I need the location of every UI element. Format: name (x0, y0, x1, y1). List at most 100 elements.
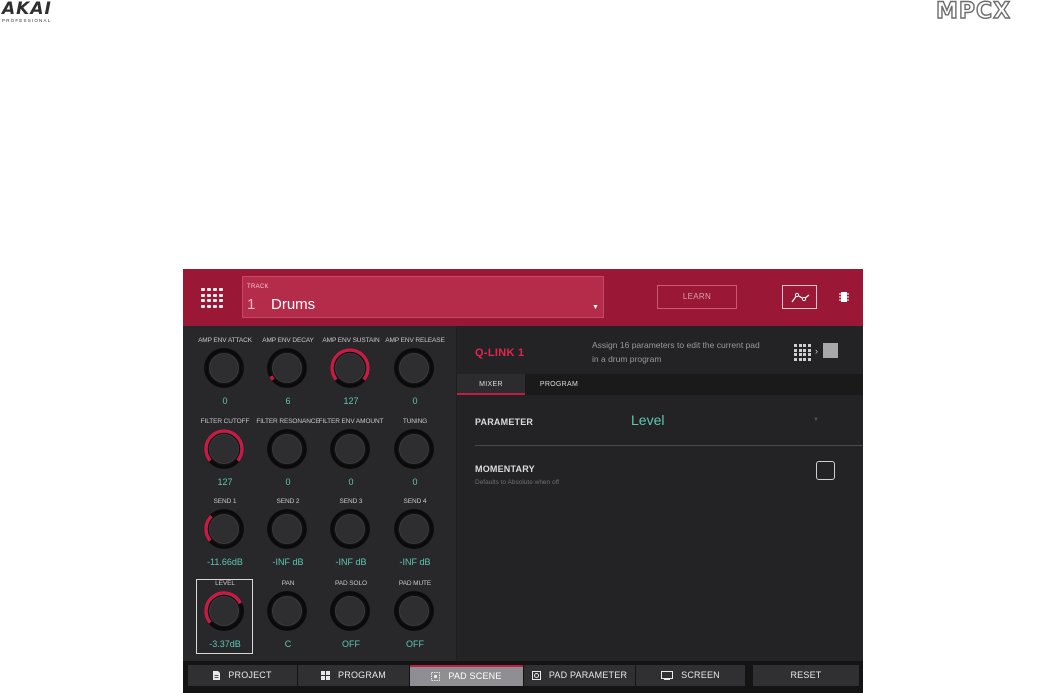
knob-level-arc (269, 375, 275, 381)
knob-pan[interactable]: PAN C (256, 578, 320, 654)
project-button[interactable]: PROJECT (188, 665, 297, 686)
knob-value: 6 (285, 396, 291, 406)
selected-knob-frame (196, 579, 253, 654)
pad-scene-icon (431, 672, 441, 682)
qlink-tabs: MIXER PROGRAM (457, 374, 863, 395)
knob-label: AMP ENV RELEASE (385, 337, 445, 344)
knob-dial (394, 348, 434, 388)
pad-scene-label: PAD SCENE (448, 671, 502, 681)
knob-label: FILTER RESONANCE (256, 418, 320, 425)
mpcx-logo: MPCX (935, 0, 1012, 24)
momentary-checkbox[interactable] (816, 461, 835, 480)
pad-grid-small-icon (794, 344, 814, 361)
program-grid-icon (321, 671, 331, 681)
knob-label: TUNING (402, 418, 428, 425)
knob-value: OFF (342, 639, 360, 649)
knob-label: FILTER ENV AMOUNT (318, 418, 384, 425)
program-button[interactable]: PROGRAM (298, 665, 409, 686)
knob-dial (267, 429, 307, 469)
knob-amp-env-release[interactable]: AMP ENV RELEASE 0 (383, 335, 447, 411)
learn-button[interactable]: LEARN (657, 285, 737, 309)
knob-pad-mute[interactable]: PAD MUTE OFF (383, 578, 447, 654)
envelope-curve-icon (791, 292, 810, 303)
knob-dial (394, 509, 434, 549)
akai-logo: AKAI PROFESSIONAL (2, 0, 82, 24)
pad-parameter-icon (531, 671, 541, 681)
tab-program[interactable]: PROGRAM (525, 374, 593, 395)
knob-value: 0 (348, 477, 354, 487)
track-selector[interactable]: TRACK 1 Drums ▼ (242, 276, 604, 318)
knob-label: AMP ENV DECAY (262, 337, 314, 344)
akai-logo-sub: PROFESSIONAL (2, 18, 52, 23)
knob-dial (330, 348, 370, 388)
knob-dial (330, 591, 370, 631)
knob-value: -INF dB (272, 557, 304, 567)
header-bar: TRACK 1 Drums ▼ LEARN (183, 269, 863, 326)
knob-dial (330, 509, 370, 549)
program-label: PROGRAM (338, 670, 386, 680)
knob-dial (394, 591, 434, 631)
knob-pad-solo[interactable]: PAD SOLO OFF (319, 578, 383, 654)
knob-value: -11.66dB (207, 557, 243, 567)
knob-dial (267, 509, 307, 549)
reset-button[interactable]: RESET (753, 665, 859, 686)
project-label: PROJECT (228, 670, 272, 680)
knob-label: PAN (281, 580, 295, 587)
pad-parameter-label: PAD PARAMETER (548, 670, 628, 680)
knob-label: SEND 1 (213, 498, 237, 505)
divider (475, 445, 863, 446)
pad-grid-icon[interactable] (201, 288, 223, 308)
qlink-description: Assign 16 parameters to edit the current… (592, 340, 760, 364)
knob-dial (204, 429, 244, 469)
knob-dial (204, 348, 244, 388)
knob-amp-env-attack[interactable]: AMP ENV ATTACK 0 (193, 335, 257, 411)
knob-value: 127 (343, 396, 359, 406)
momentary-label: MOMENTARY (475, 464, 535, 474)
knob-filter-cutoff[interactable]: FILTER CUTOFF 127 (193, 416, 257, 492)
knob-value: 0 (412, 477, 418, 487)
knob-send-2[interactable]: SEND 2 -INF dB (256, 496, 320, 572)
knob-label: FILTER CUTOFF (200, 418, 250, 425)
knob-send-3[interactable]: SEND 3 -INF dB (319, 496, 383, 572)
knob-value: 127 (217, 477, 233, 487)
knob-label: SEND 2 (276, 498, 300, 505)
reset-label: RESET (790, 670, 822, 680)
pad-parameter-button[interactable]: PAD PARAMETER (524, 665, 635, 686)
chevron-right-icon: › (815, 346, 818, 356)
chevron-down-icon: ▼ (592, 304, 599, 311)
knob-amp-env-decay[interactable]: AMP ENV DECAY 6 (256, 335, 320, 411)
qlink-title: Q-LINK 1 (475, 347, 525, 359)
track-name: Drums (271, 296, 316, 313)
knob-value: 0 (222, 396, 228, 406)
chip-icon[interactable] (838, 291, 850, 303)
knob-tuning[interactable]: TUNING 0 (383, 416, 447, 492)
parameter-select[interactable]: Level (631, 412, 664, 428)
knob-value: C (284, 639, 292, 649)
knob-filter-env-amount[interactable]: FILTER ENV AMOUNT 0 (319, 416, 384, 492)
knob-dial (267, 591, 307, 631)
envelope-button[interactable] (782, 285, 817, 309)
knob-send-1[interactable]: SEND 1 -11.66dB (193, 496, 257, 572)
document-icon (213, 671, 221, 681)
knob-dial (267, 348, 307, 388)
knob-amp-env-sustain[interactable]: AMP ENV SUSTAIN 127 (319, 335, 383, 411)
pad-scene-button[interactable]: PAD SCENE (410, 665, 523, 686)
akai-logo-text: AKAI (2, 0, 52, 19)
knob-dial (394, 429, 434, 469)
tab-mixer[interactable]: MIXER (457, 374, 525, 395)
mpc-screen: TRACK 1 Drums ▼ LEARN AMP ENV ATTACK 0 AMP… (183, 269, 863, 693)
knob-value: 0 (285, 477, 291, 487)
screen-label: SCREEN (681, 670, 720, 680)
knob-dial (204, 509, 244, 549)
knob-filter-resonance[interactable]: FILTER RESONANCE 0 (256, 416, 320, 492)
knob-value: -INF dB (399, 557, 431, 567)
screen-button[interactable]: SCREEN (636, 665, 745, 686)
knob-value: OFF (406, 639, 424, 649)
monitor-icon (661, 671, 674, 681)
track-label: TRACK (247, 284, 269, 290)
knob-send-4[interactable]: SEND 4 -INF dB (383, 496, 447, 572)
knob-label: SEND 4 (403, 498, 427, 505)
knob-label: AMP ENV SUSTAIN (322, 337, 380, 344)
qlink-panel: Q-LINK 1 Assign 16 parameters to edit th… (457, 326, 863, 661)
knob-value: -INF dB (335, 557, 367, 567)
